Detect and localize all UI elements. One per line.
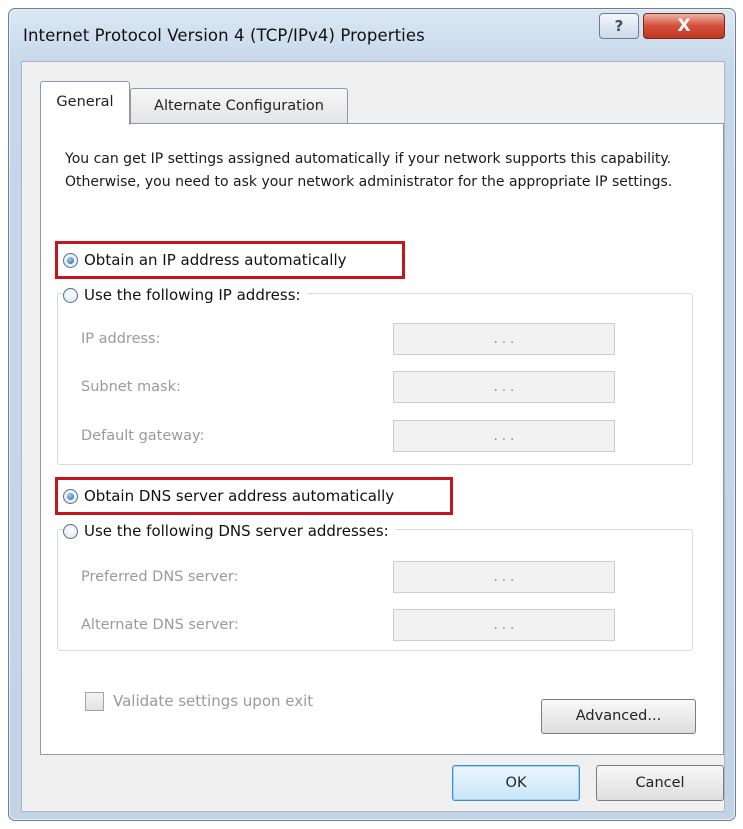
ip-auto-label: Obtain an IP address automatically [84,251,347,269]
default-gateway-input[interactable]: . . . [393,420,615,452]
description-text: You can get IP settings assigned automat… [65,151,673,190]
subnet-mask-value: . . . [493,379,515,395]
tab-alternate-configuration[interactable]: Alternate Configuration [130,88,348,123]
preferred-dns-value: . . . [493,569,515,585]
tab-general[interactable]: General [40,81,130,125]
subnet-mask-input[interactable]: . . . [393,371,615,403]
ip-manual-option[interactable]: Use the following IP address: [63,283,307,307]
subnet-mask-label: Subnet mask: [81,379,181,395]
ip-auto-radio[interactable] [63,252,78,268]
preferred-dns-label: Preferred DNS server: [81,569,239,585]
ip-address-value: . . . [493,331,515,347]
default-gateway-label: Default gateway: [81,428,205,444]
cancel-button[interactable]: Cancel [596,765,724,801]
dns-auto-label: Obtain DNS server address automatically [84,487,395,505]
preferred-dns-input[interactable]: . . . [393,561,615,593]
dialog-client-area: General Alternate Configuration You can … [21,61,725,812]
dns-auto-radio[interactable] [63,488,78,504]
alternate-dns-value: . . . [493,617,515,633]
help-icon: ? [614,17,624,35]
ip-auto-option[interactable]: Obtain an IP address automatically [63,248,353,272]
dialog-window: Internet Protocol Version 4 (TCP/IPv4) P… [8,8,736,821]
close-icon: X [677,16,691,36]
validate-label: Validate settings upon exit [113,692,314,710]
dns-auto-option[interactable]: Obtain DNS server address automatically [63,484,401,508]
general-tab-panel: You can get IP settings assigned automat… [40,123,724,755]
validate-checkbox[interactable] [85,692,104,711]
ip-manual-radio[interactable] [63,287,78,303]
ip-address-input[interactable]: . . . [393,323,615,355]
ip-address-label: IP address: [81,331,161,347]
title-bar[interactable]: Internet Protocol Version 4 (TCP/IPv4) P… [9,9,735,61]
alternate-dns-label: Alternate DNS server: [81,617,239,633]
dns-manual-option[interactable]: Use the following DNS server addresses: [63,519,395,543]
ok-button[interactable]: OK [452,765,580,801]
alternate-dns-input[interactable]: . . . [393,609,615,641]
help-button[interactable]: ? [599,13,639,39]
default-gateway-value: . . . [493,428,515,444]
dns-manual-label: Use the following DNS server addresses: [84,522,389,540]
dns-manual-radio[interactable] [63,523,78,539]
ip-manual-label: Use the following IP address: [84,286,301,304]
advanced-button[interactable]: Advanced... [541,699,696,734]
close-button[interactable]: X [643,13,725,39]
window-title: Internet Protocol Version 4 (TCP/IPv4) P… [23,26,425,45]
